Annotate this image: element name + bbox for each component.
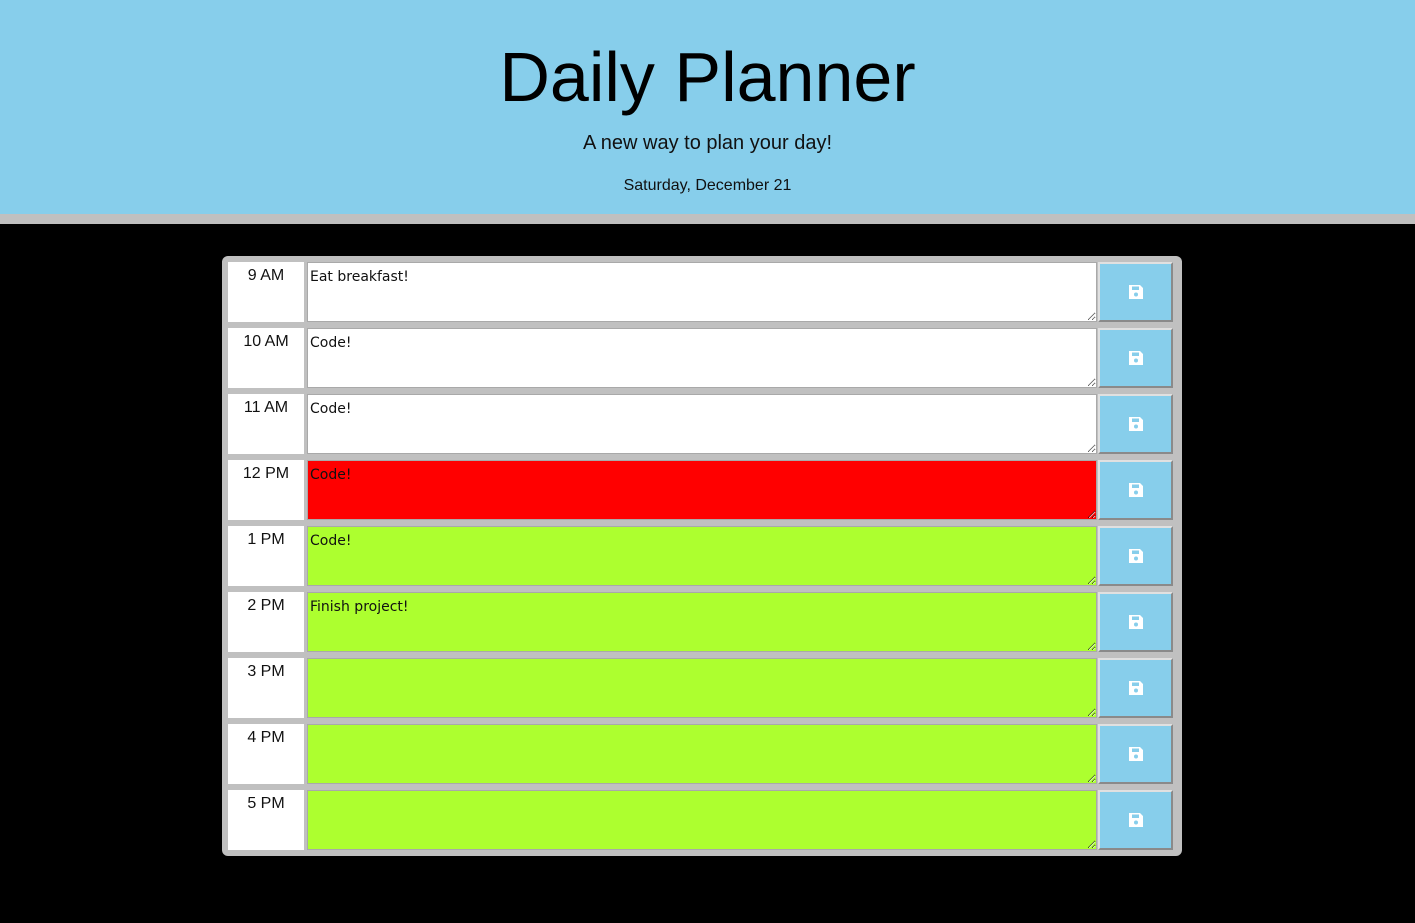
- current-date: Saturday, December 21: [623, 177, 792, 194]
- save-icon: [1128, 417, 1143, 431]
- task-input[interactable]: [307, 394, 1097, 454]
- save-icon: [1128, 549, 1143, 563]
- task-input[interactable]: [307, 328, 1097, 388]
- save-button[interactable]: [1098, 262, 1173, 322]
- planner-container: 9 AM 10 AM 11 AM 12 PM 1 PM 2 PM: [222, 256, 1182, 856]
- save-button[interactable]: [1098, 592, 1173, 652]
- save-button[interactable]: [1098, 658, 1173, 718]
- save-button[interactable]: [1098, 790, 1173, 850]
- time-block: 9 AM: [222, 256, 1182, 322]
- hour-label: 11 AM: [228, 394, 304, 454]
- time-block: 11 AM: [222, 388, 1182, 454]
- hour-label: 5 PM: [228, 790, 304, 850]
- time-block: 5 PM: [222, 784, 1182, 850]
- task-input[interactable]: [307, 592, 1097, 652]
- hour-label: 2 PM: [228, 592, 304, 652]
- time-block: 3 PM: [222, 652, 1182, 718]
- task-input[interactable]: [307, 262, 1097, 322]
- save-icon: [1128, 813, 1143, 827]
- save-button[interactable]: [1098, 460, 1173, 520]
- save-button[interactable]: [1098, 724, 1173, 784]
- hour-label: 3 PM: [228, 658, 304, 718]
- save-icon: [1128, 483, 1143, 497]
- hour-label: 4 PM: [228, 724, 304, 784]
- save-icon: [1128, 747, 1143, 761]
- hour-label: 1 PM: [228, 526, 304, 586]
- header-divider: [0, 214, 1415, 224]
- save-button[interactable]: [1098, 526, 1173, 586]
- save-icon: [1128, 615, 1143, 629]
- task-input[interactable]: [307, 526, 1097, 586]
- save-icon: [1128, 351, 1143, 365]
- hour-label: 9 AM: [228, 262, 304, 322]
- task-input[interactable]: [307, 724, 1097, 784]
- task-input[interactable]: [307, 460, 1097, 520]
- save-button[interactable]: [1098, 328, 1173, 388]
- time-block: 1 PM: [222, 520, 1182, 586]
- save-icon: [1128, 285, 1143, 299]
- task-input[interactable]: [307, 658, 1097, 718]
- hour-label: 10 AM: [228, 328, 304, 388]
- hour-label: 12 PM: [228, 460, 304, 520]
- page-title: Daily Planner: [499, 38, 916, 116]
- page-subtitle: A new way to plan your day!: [582, 132, 833, 154]
- time-block: 4 PM: [222, 718, 1182, 784]
- task-input[interactable]: [307, 790, 1097, 850]
- save-icon: [1128, 681, 1143, 695]
- time-block: 10 AM: [222, 322, 1182, 388]
- time-block: 2 PM: [222, 586, 1182, 652]
- save-button[interactable]: [1098, 394, 1173, 454]
- header: Daily Planner A new way to plan your day…: [0, 0, 1415, 214]
- time-block: 12 PM: [222, 454, 1182, 520]
